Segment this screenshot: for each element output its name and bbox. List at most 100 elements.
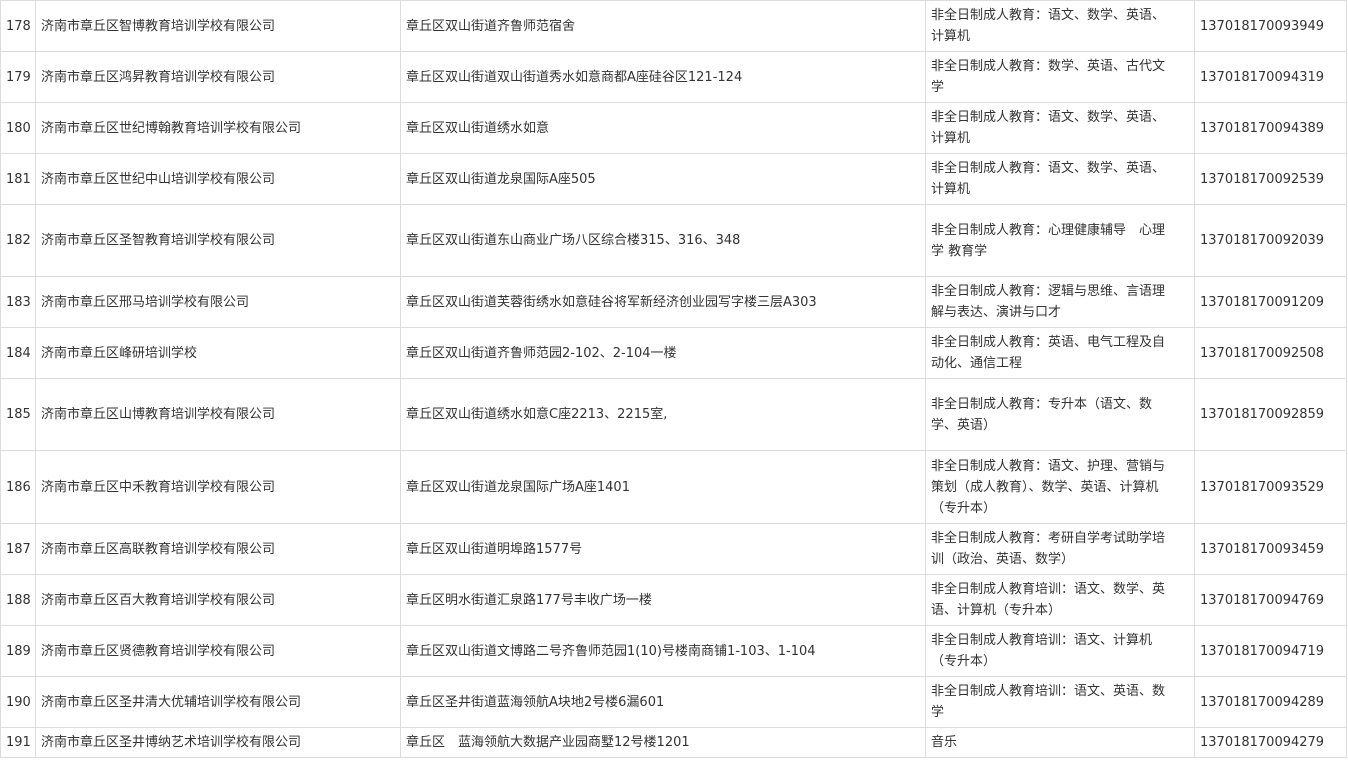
license-number: 137018170092539: [1194, 153, 1347, 205]
license-number: 137018170092039: [1194, 204, 1347, 277]
school-address: 章丘区双山街道绣水如意: [400, 102, 926, 154]
school-name: 济南市章丘区圣智教育培训学校有限公司: [35, 204, 401, 277]
table-row: 181 济南市章丘区世纪中山培训学校有限公司 章丘区双山街道龙泉国际A座505 非全日…: [0, 153, 1347, 205]
table-row: 190 济南市章丘区圣井清大优辅培训学校有限公司 章丘区圣井街道蓝海领航A块地2号楼…: [0, 676, 1347, 728]
table-row: 180 济南市章丘区世纪博翰教育培训学校有限公司 章丘区双山街道绣水如意 非全日制成人…: [0, 102, 1347, 154]
school-address: 章丘区 蓝海领航大数据产业园商墅12号楼1201: [400, 727, 926, 758]
business-scope-line: 音乐: [931, 735, 958, 750]
school-name: 济南市章丘区山博教育培训学校有限公司: [35, 378, 401, 451]
business-scope: 非全日制成人教育：心理健康辅导 心理学 教育学: [925, 204, 1195, 277]
business-scope: 音乐: [925, 727, 1195, 758]
license-number: 137018170094319: [1194, 51, 1347, 103]
license-number: 137018170094389: [1194, 102, 1347, 154]
business-scope: 非全日制成人教育：语文、数学、英语、 计算机: [925, 102, 1195, 154]
row-number: 180: [0, 102, 36, 154]
school-address: 章丘区双山街道龙泉国际A座505: [400, 153, 926, 205]
business-scope-line: 非全日制成人教育：语文、数学、英语、: [931, 110, 1166, 125]
business-scope-line: 非全日制成人教育：专升本（语文、数: [931, 396, 1153, 412]
business-scope-line: 非全日制成人教育培训：语文、计算机: [931, 633, 1153, 648]
row-number: 187: [0, 523, 36, 575]
school-address: 章丘区双山街道龙泉国际广场A座1401: [400, 450, 926, 524]
business-scope-line: 非全日制成人教育：逻辑与思维、言语理: [931, 284, 1166, 299]
business-scope: 非全日制成人教育：专升本（语文、数 学、英语）: [925, 378, 1195, 451]
business-scope-line: 学 教育学: [931, 243, 988, 259]
business-scope: 非全日制成人教育培训：语文、数学、英 语、计算机（专升本）: [925, 574, 1195, 626]
business-scope-line: 计算机: [931, 29, 971, 44]
business-scope: 非全日制成人教育：语文、数学、英语、 计算机: [925, 153, 1195, 205]
license-number: 137018170094719: [1194, 625, 1347, 677]
school-address: 章丘区双山街道齐鲁师范园2-102、2-104一楼: [400, 327, 926, 379]
school-address: 章丘区双山街道文博路二号齐鲁师范园1(10)号楼南商铺1-103、1-104: [400, 625, 926, 677]
business-scope-line: 非全日制成人教育培训：语文、英语、数: [931, 684, 1166, 699]
school-address: 章丘区双山街道芙蓉街绣水如意硅谷将军新经济创业园写字楼三层A303: [400, 276, 926, 328]
license-number: 137018170094289: [1194, 676, 1347, 728]
school-name: 济南市章丘区贤德教育培训学校有限公司: [35, 625, 401, 677]
business-scope-line: 学: [931, 80, 945, 95]
school-address: 章丘区双山街道齐鲁师范宿舍: [400, 0, 926, 52]
license-number: 137018170094279: [1194, 727, 1347, 758]
row-number: 188: [0, 574, 36, 626]
school-address: 章丘区双山街道双山街道秀水如意商都A座硅谷区121-124: [400, 51, 926, 103]
school-name: 济南市章丘区峰研培训学校: [35, 327, 401, 379]
table-row: 185 济南市章丘区山博教育培训学校有限公司 章丘区双山街道绣水如意C座2213、2…: [0, 378, 1347, 451]
business-scope: 非全日制成人教育：考研自学考试助学培 训（政治、英语、数学）: [925, 523, 1195, 575]
school-address: 章丘区双山街道明埠路1577号: [400, 523, 926, 575]
business-scope-line: 非全日制成人教育：考研自学考试助学培: [931, 531, 1166, 546]
row-number: 185: [0, 378, 36, 451]
row-number: 183: [0, 276, 36, 328]
business-scope: 非全日制成人教育：数学、英语、古代文学: [925, 51, 1195, 103]
table-row: 186 济南市章丘区中禾教育培训学校有限公司 章丘区双山街道龙泉国际广场A座1401…: [0, 450, 1347, 524]
business-scope: 非全日制成人教育：英语、电气工程及自 动化、通信工程: [925, 327, 1195, 379]
business-scope-line: 动化、通信工程: [931, 356, 1023, 371]
school-name: 济南市章丘区中禾教育培训学校有限公司: [35, 450, 401, 524]
business-scope-line: 策划（成人教育）、数学、英语、计算机: [931, 479, 1159, 495]
business-scope: 非全日制成人教育：逻辑与思维、言语理 解与表达、演讲与口才: [925, 276, 1195, 328]
row-number: 191: [0, 727, 36, 758]
business-scope-line: 计算机: [931, 182, 971, 197]
table-row: 183 济南市章丘区邢马培训学校有限公司 章丘区双山街道芙蓉街绣水如意硅谷将军新经济…: [0, 276, 1347, 328]
business-scope-line: 非全日制成人教育：英语、电气工程及自: [931, 335, 1166, 350]
school-name: 济南市章丘区高联教育培训学校有限公司: [35, 523, 401, 575]
business-scope-line: 计算机: [931, 131, 971, 146]
row-number: 181: [0, 153, 36, 205]
business-scope-line: 语、计算机（专升本）: [931, 603, 1062, 618]
table-row: 191 济南市章丘区圣井博纳艺术培训学校有限公司 章丘区 蓝海领航大数据产业园商墅1…: [0, 727, 1347, 758]
license-number: 137018170092508: [1194, 327, 1347, 379]
business-scope-line: 学、英语）: [931, 417, 997, 433]
school-address: 章丘区明水街道汇泉路177号丰收广场一楼: [400, 574, 926, 626]
business-scope-line: 训（政治、英语、数学）: [931, 552, 1075, 567]
business-scope-line: 学: [931, 705, 945, 720]
business-scope: 非全日制成人教育培训：语文、计算机 （专升本）: [925, 625, 1195, 677]
school-name: 济南市章丘区圣井博纳艺术培训学校有限公司: [35, 727, 401, 758]
business-scope-line: 非全日制成人教育培训：语文、数学、英: [931, 582, 1166, 597]
table-row: 179 济南市章丘区鸿昇教育培训学校有限公司 章丘区双山街道双山街道秀水如意商都A座…: [0, 51, 1347, 103]
business-scope: 非全日制成人教育培训：语文、英语、数学: [925, 676, 1195, 728]
table-row: 187 济南市章丘区高联教育培训学校有限公司 章丘区双山街道明埠路1577号 非全日制…: [0, 523, 1347, 575]
business-scope-line: 解与表达、演讲与口才: [931, 305, 1062, 320]
school-address: 章丘区双山街道东山商业广场八区综合楼315、316、348: [400, 204, 926, 277]
license-number: 137018170092859: [1194, 378, 1347, 451]
school-name: 济南市章丘区世纪博翰教育培训学校有限公司: [35, 102, 401, 154]
row-number: 182: [0, 204, 36, 277]
school-name: 济南市章丘区邢马培训学校有限公司: [35, 276, 401, 328]
school-name: 济南市章丘区鸿昇教育培训学校有限公司: [35, 51, 401, 103]
business-scope-line: 非全日制成人教育：语文、护理、营销与: [931, 458, 1166, 474]
license-number: 137018170093529: [1194, 450, 1347, 524]
license-number: 137018170091209: [1194, 276, 1347, 328]
row-number: 190: [0, 676, 36, 728]
table-body: 178 济南市章丘区智博教育培训学校有限公司 章丘区双山街道齐鲁师范宿舍 非全日制成人…: [0, 0, 1347, 758]
business-scope-line: 非全日制成人教育：语文、数学、英语、: [931, 161, 1166, 176]
row-number: 178: [0, 0, 36, 52]
row-number: 179: [0, 51, 36, 103]
table-row: 188 济南市章丘区百大教育培训学校有限公司 章丘区明水街道汇泉路177号丰收广场一…: [0, 574, 1347, 626]
school-list-table: 178 济南市章丘区智博教育培训学校有限公司 章丘区双山街道齐鲁师范宿舍 非全日制成人…: [0, 0, 1347, 758]
school-address: 章丘区圣井街道蓝海领航A块地2号楼6漏601: [400, 676, 926, 728]
row-number: 186: [0, 450, 36, 524]
business-scope: 非全日制成人教育：语文、数学、英语、 计算机: [925, 0, 1195, 52]
license-number: 137018170093949: [1194, 0, 1347, 52]
school-address: 章丘区双山街道绣水如意C座2213、2215室,: [400, 378, 926, 451]
school-name: 济南市章丘区智博教育培训学校有限公司: [35, 0, 401, 52]
license-number: 137018170093459: [1194, 523, 1347, 575]
business-scope: 非全日制成人教育：语文、护理、营销与 策划（成人教育）、数学、英语、计算机 （专升本…: [925, 450, 1195, 524]
table-row: 189 济南市章丘区贤德教育培训学校有限公司 章丘区双山街道文博路二号齐鲁师范园1(…: [0, 625, 1347, 677]
